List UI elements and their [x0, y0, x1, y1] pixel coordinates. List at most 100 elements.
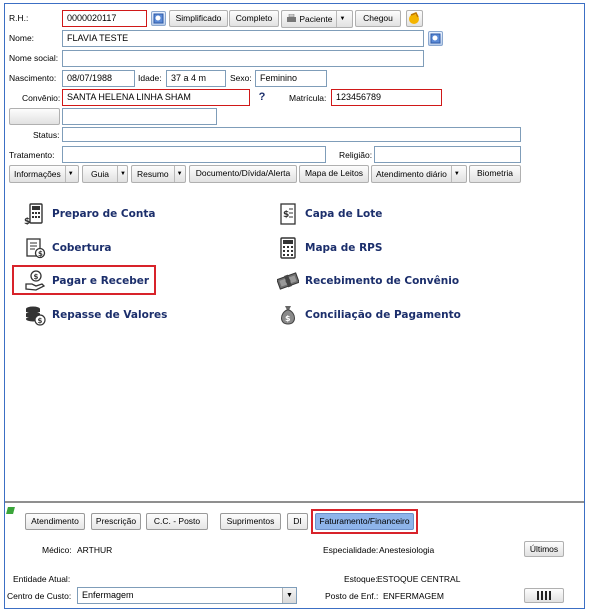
pagar-receber-highlight [12, 265, 156, 295]
nome-lookup-button[interactable] [428, 31, 443, 46]
money-bundle-icon [277, 272, 299, 290]
resumo-dropdown[interactable]: Resumo ▼ [131, 165, 186, 183]
nome-social-field[interactable] [62, 50, 424, 67]
chevron-down-icon: ▼ [339, 16, 346, 22]
paciente-dropdown[interactable]: Paciente ▼ [281, 10, 353, 28]
menu-item-repasse-de-valores[interactable]: $ Repasse de Valores [24, 304, 167, 326]
nascimento-label: Nascimento: [9, 73, 57, 83]
idade-field: 37 a 4 m [166, 70, 226, 87]
nome-field[interactable]: FLAVIA TESTE [62, 30, 424, 47]
guia-dropdown[interactable]: Guia ▼ [82, 165, 128, 183]
medico-value: ARTHUR [77, 545, 113, 555]
informacoes-dropdown[interactable]: Informações ▼ [9, 165, 79, 183]
sexo-field[interactable]: Feminino [255, 70, 327, 87]
search-patient-button[interactable] [151, 11, 166, 26]
tratamento-label: Tratamento: [9, 150, 55, 160]
status-field[interactable] [62, 127, 521, 142]
resumo-label: Resumo [132, 166, 175, 182]
atendimento-diario-label: Atendimento diário [372, 166, 452, 182]
svg-text:$: $ [283, 210, 289, 220]
ultimos-button[interactable]: Últimos [524, 541, 564, 557]
menu-item-label: Conciliação de Pagamento [305, 309, 461, 321]
faturamento-highlight [311, 509, 418, 534]
coin-stack-icon: $ [26, 306, 46, 326]
sexo-label: Sexo: [230, 73, 252, 83]
guia-label: Guia [83, 166, 118, 182]
menu-item-conciliacao-de-pagamento[interactable]: $ Conciliação de Pagamento [277, 304, 461, 326]
menu-item-label: Capa de Lote [305, 208, 383, 220]
documento-divida-alerta-button[interactable]: Documento/Dívida/Alerta [189, 165, 297, 183]
tratamento-field[interactable] [62, 146, 326, 163]
centro-custo-label: Centro de Custo: [7, 591, 72, 601]
convenio-help-icon[interactable]: ? [255, 90, 269, 104]
calculator-money-icon: $ [24, 203, 43, 225]
completo-button[interactable]: Completo [229, 10, 279, 27]
menu-item-capa-de-lote[interactable]: $ Capa de Lote [277, 203, 382, 225]
nascimento-field[interactable]: 08/07/1988 [62, 70, 135, 87]
convenio-field[interactable]: SANTA HELENA LINHA SHAM [62, 89, 250, 106]
alert-button[interactable] [406, 10, 423, 27]
barcode-icon [537, 591, 551, 600]
nome-social-label: Nome social: [9, 53, 59, 63]
medico-label: Médico: [42, 545, 72, 555]
estoque-value: ESTOQUE CENTRAL [377, 574, 461, 584]
centro-custo-value: Enfermagem [82, 590, 134, 600]
menu-item-recebimento-de-convenio[interactable]: Recebimento de Convênio [277, 270, 459, 292]
religiao-field[interactable] [374, 146, 521, 163]
idade-label: Idade: [138, 73, 162, 83]
chegou-button[interactable]: Chegou [355, 10, 401, 27]
simplificado-button[interactable]: Simplificado [169, 10, 228, 27]
tab-suprimentos[interactable]: Suprimentos [220, 513, 281, 530]
atendimento-diario-dropdown[interactable]: Atendimento diário ▼ [371, 165, 467, 183]
menu-item-label: Preparo de Conta [52, 208, 156, 220]
estoque-label: Estoque: [344, 574, 378, 584]
religiao-label: Religião: [339, 150, 373, 160]
especialidade-label: Especialidade: [323, 545, 379, 555]
nome-label: Nome: [9, 33, 35, 43]
chevron-down-icon: ▼ [119, 171, 126, 177]
svg-text:$: $ [38, 250, 43, 258]
search-icon [430, 33, 441, 44]
posto-value: ENFERMAGEM [383, 591, 444, 601]
alert-hand-icon [409, 12, 419, 24]
blank-field[interactable] [62, 108, 217, 125]
search-icon [153, 13, 164, 24]
menu-item-preparo-de-conta[interactable]: $ Preparo de Conta [24, 203, 155, 225]
posto-label: Posto de Enf.: [325, 591, 379, 601]
matricula-field[interactable]: 123456789 [331, 89, 442, 106]
coverage-checklist-icon: $ [26, 238, 46, 259]
tab-prescricao[interactable]: Prescrição [91, 513, 141, 530]
status-label: Status: [33, 130, 60, 140]
mapa-leitos-button[interactable]: Mapa de Leitos [299, 165, 369, 183]
barcode-button[interactable] [524, 588, 564, 603]
especialidade-value: Anestesiologia [379, 545, 435, 555]
menu-item-label: Cobertura [52, 242, 112, 254]
svg-text:$: $ [285, 314, 291, 323]
chevron-down-icon: ▼ [453, 171, 460, 177]
chevron-down-icon: ▼ [282, 588, 296, 603]
menu-item-mapa-de-rps[interactable]: Mapa de RPS [277, 237, 382, 259]
rh-field[interactable]: 0000020117 [62, 10, 147, 27]
blank-button[interactable] [9, 108, 60, 125]
rh-label: R.H.: [9, 13, 29, 23]
svg-text:$: $ [24, 217, 30, 225]
tab-di[interactable]: DI [287, 513, 308, 530]
convenio-label: Convênio: [22, 93, 61, 103]
document-money-icon: $ [280, 203, 296, 225]
biometria-button[interactable]: Biometria [469, 165, 521, 183]
paciente-label: Paciente [299, 14, 333, 24]
tab-cc-posto[interactable]: C.C. - Posto [146, 513, 208, 530]
matricula-label: Matrícula: [289, 93, 327, 103]
bottom-separator [5, 501, 584, 503]
centro-custo-select[interactable]: Enfermagem ▼ [77, 587, 297, 604]
main-window: R.H.: 0000020117 Simplificado Completo P… [4, 3, 585, 609]
menu-item-label: Recebimento de Convênio [305, 275, 460, 287]
tab-atendimento[interactable]: Atendimento [25, 513, 85, 530]
chevron-down-icon: ▼ [67, 171, 74, 177]
calculator-icon [280, 237, 296, 259]
menu-item-cobertura[interactable]: $ Cobertura [24, 237, 112, 259]
menu-item-label: Mapa de RPS [305, 242, 383, 254]
svg-text:$: $ [38, 317, 43, 325]
chevron-down-icon: ▼ [176, 171, 183, 177]
entidade-label: Entidade Atual: [13, 574, 71, 584]
